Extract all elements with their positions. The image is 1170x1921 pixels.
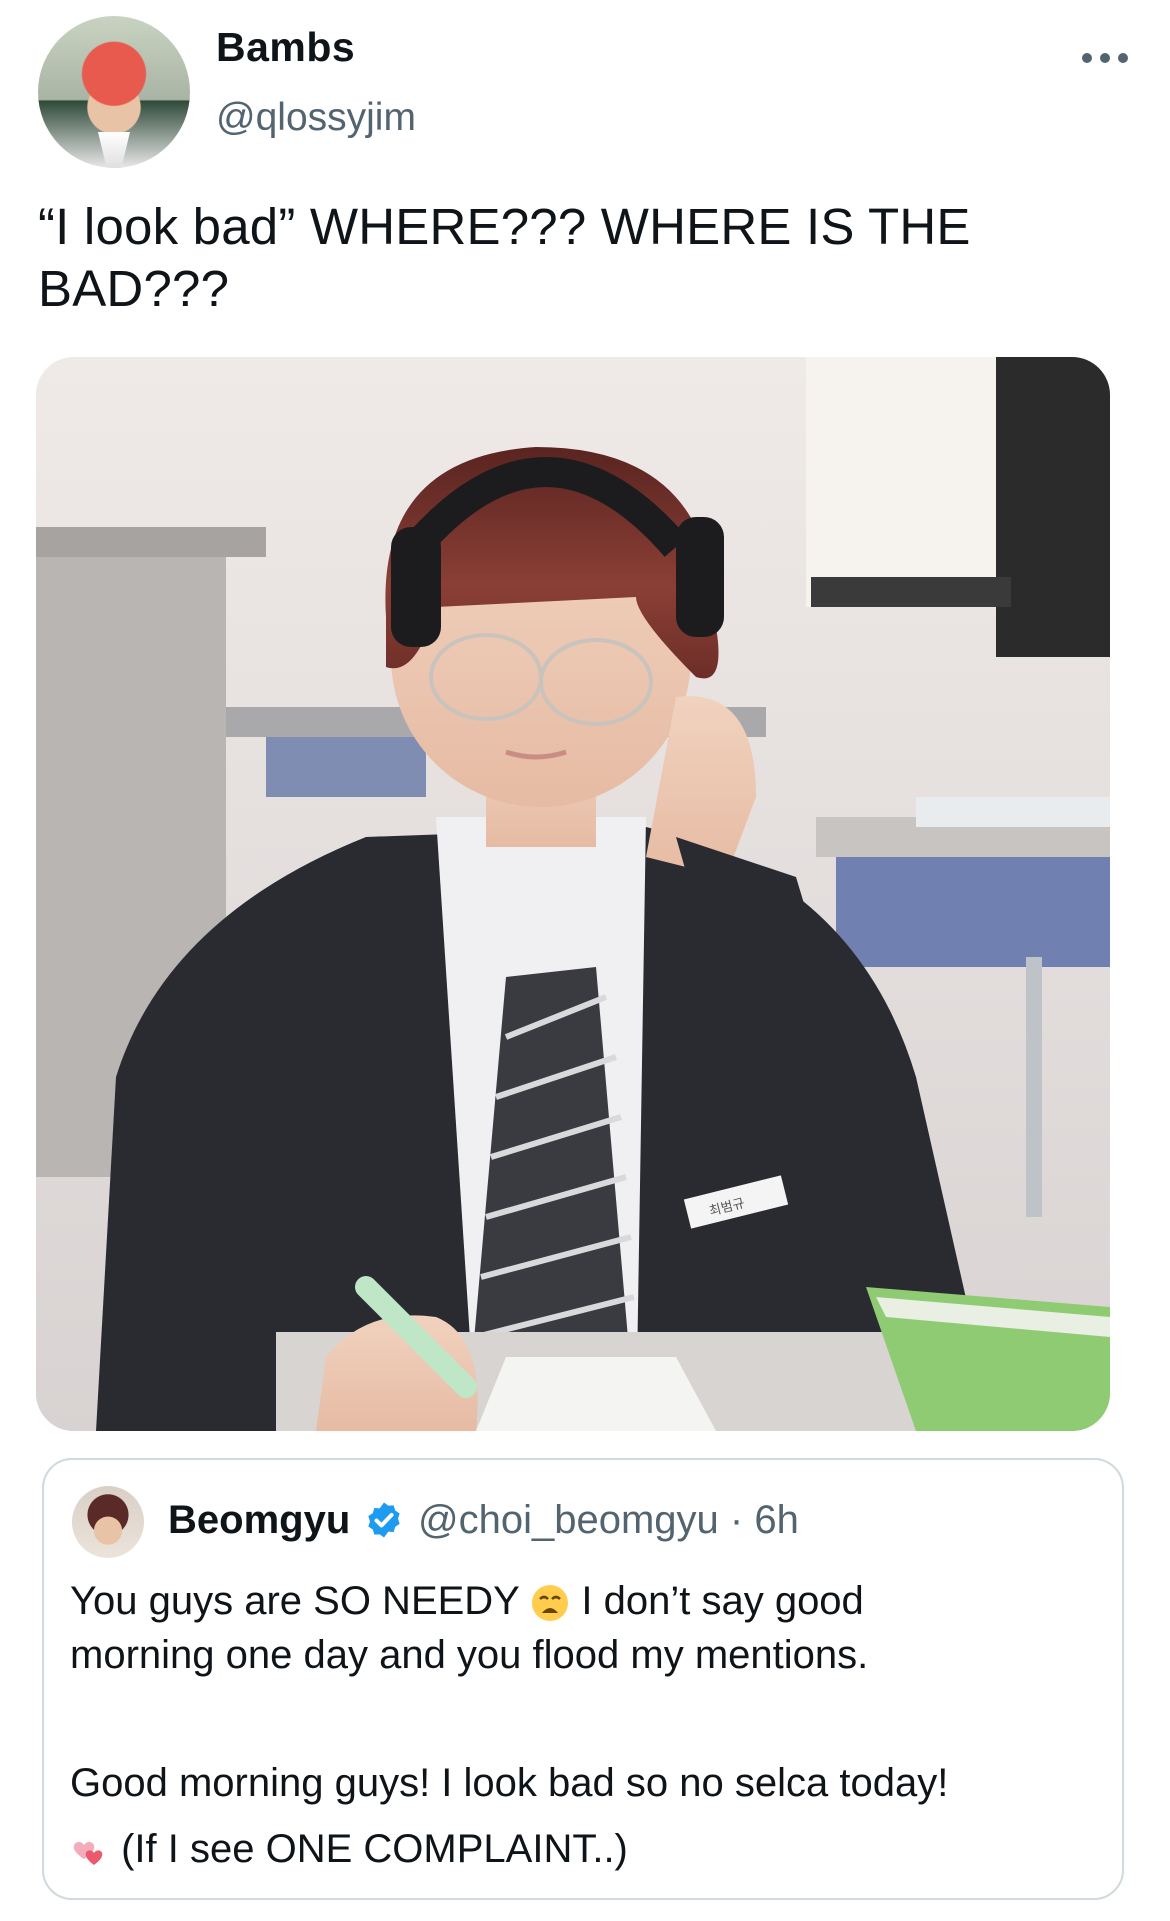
- tweet-photo[interactable]: 최범규: [36, 357, 1110, 1431]
- quoted-timestamp[interactable]: 6h: [754, 1498, 799, 1542]
- quoted-author-handle[interactable]: @choi_beomgyu: [418, 1498, 719, 1542]
- quoted-text-paragraph-1: You guys are SO NEEDY I don’t say good m…: [70, 1574, 1100, 1682]
- quoted-text-paragraph-2: Good morning guys! I look bad so no selc…: [70, 1750, 1100, 1882]
- more-options-icon[interactable]: [1082, 48, 1128, 68]
- quoted-text-1a: You guys are SO NEEDY: [70, 1579, 531, 1623]
- verified-badge-icon: [368, 1502, 400, 1538]
- author-display-name[interactable]: Bambs: [216, 24, 355, 71]
- quoted-author-display-name[interactable]: Beomgyu: [168, 1498, 350, 1543]
- two-hearts-emoji-icon: [73, 1842, 103, 1866]
- meta-separator: ·: [729, 1498, 744, 1542]
- tweet-text: “I look bad” WHERE??? WHERE IS THE BAD??…: [38, 198, 985, 317]
- quoted-author-avatar[interactable]: [72, 1486, 144, 1558]
- author-avatar[interactable]: [38, 16, 190, 168]
- quoted-tweet[interactable]: Beomgyu @choi_beomgyu · 6h You guys are …: [42, 1458, 1124, 1900]
- weary-face-emoji-icon: [532, 1585, 569, 1622]
- quoted-text-3: (If I see ONE COMPLAINT..): [110, 1827, 628, 1871]
- author-handle[interactable]: @qlossyjim: [216, 96, 416, 140]
- quoted-text-2: Good morning guys! I look bad so no selc…: [70, 1761, 949, 1805]
- quoted-meta: @choi_beomgyu · 6h: [418, 1498, 799, 1543]
- photo-illustration: 최범규: [36, 357, 1110, 1431]
